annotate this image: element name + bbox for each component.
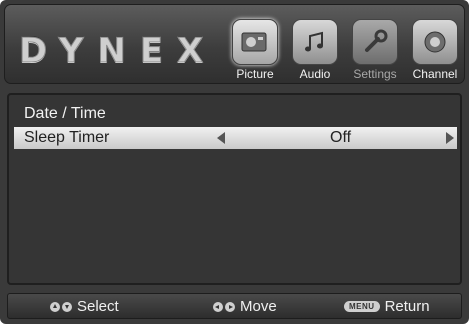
move-hint-label: Move bbox=[240, 298, 277, 315]
left-right-buttons-icon bbox=[213, 301, 235, 312]
tab-picture-label: Picture bbox=[236, 67, 274, 81]
right-arrow-icon[interactable] bbox=[446, 132, 454, 144]
menu-item-sleep-timer[interactable]: Sleep Timer Off bbox=[14, 127, 457, 149]
sleep-timer-value: Off bbox=[330, 129, 352, 146]
tab-settings[interactable]: Settings bbox=[347, 19, 403, 85]
settings-menu-panel: Date / Time Sleep Timer Off bbox=[7, 93, 462, 285]
audio-icon bbox=[292, 19, 338, 65]
tab-audio[interactable]: Audio bbox=[287, 19, 343, 85]
menu-header: DYNEX Picture Audio Settings Channel bbox=[4, 4, 465, 84]
left-arrow-icon[interactable] bbox=[217, 132, 225, 144]
select-hint: Select bbox=[50, 298, 119, 315]
return-hint: MENU Return bbox=[344, 298, 430, 315]
picture-icon bbox=[232, 19, 278, 65]
tv-screen: DYNEX Picture Audio Settings Channel Dat… bbox=[0, 0, 469, 324]
brand-logo: DYNEX bbox=[18, 31, 218, 72]
menu-item-date-time[interactable]: Date / Time bbox=[14, 103, 457, 125]
tab-channel[interactable]: Channel bbox=[407, 19, 463, 85]
tab-channel-label: Channel bbox=[412, 67, 458, 81]
move-hint: Move bbox=[213, 298, 277, 315]
menu-button-icon: MENU bbox=[344, 301, 380, 312]
select-hint-label: Select bbox=[77, 298, 119, 315]
settings-icon bbox=[352, 19, 398, 65]
channel-icon bbox=[412, 19, 458, 65]
tab-audio-label: Audio bbox=[299, 67, 331, 81]
return-hint-label: Return bbox=[384, 298, 430, 315]
up-down-buttons-icon bbox=[50, 301, 72, 312]
tab-settings-label: Settings bbox=[353, 67, 397, 81]
menu-item-label: Date / Time bbox=[24, 105, 106, 122]
footer-hints: Select Move MENU Return bbox=[7, 293, 462, 319]
menu-item-label: Sleep Timer bbox=[24, 129, 110, 146]
tab-picture[interactable]: Picture bbox=[227, 19, 283, 85]
